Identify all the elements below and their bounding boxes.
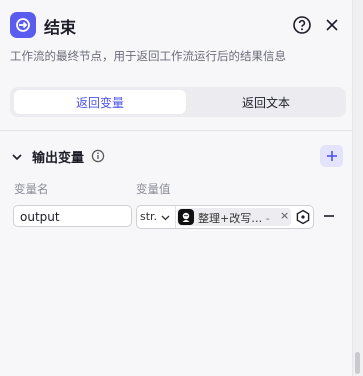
info-icon[interactable] [91,148,105,163]
minus-icon [324,215,334,217]
type-select[interactable]: str. [137,206,176,228]
output-section-header: 输出变量 [10,145,343,167]
reference-label: 整理+改写… - [198,212,270,225]
variable-value-field: str. 整理+改写… - × [136,205,314,229]
collapse-chevron-icon[interactable] [10,149,24,163]
remove-row-button[interactable] [322,208,336,224]
type-select-value: str. [140,210,158,223]
bot-avatar-icon [178,209,194,225]
variable-picker-icon[interactable] [295,209,311,225]
add-variable-button[interactable] [320,145,343,167]
help-button[interactable] [291,14,313,36]
node-title: 结束 [44,18,77,37]
end-node-icon [10,12,36,38]
question-circle-icon [293,16,311,34]
panel-header: 结束 [10,12,343,40]
plus-icon [326,151,337,161]
close-button[interactable] [321,14,343,36]
remove-reference-icon[interactable]: × [280,209,289,222]
end-node-panel: 结束 工作流的最终节点，用于返回工作流运行后的结果信息 返回变量 返回文本 输出… [0,0,353,376]
scrollbar-thumb[interactable] [355,352,360,374]
divider [0,130,353,131]
scrollbar[interactable] [352,0,363,376]
reference-tag[interactable]: 整理+改写… - × [177,208,291,226]
close-icon [326,19,338,31]
mode-tabs: 返回变量 返回文本 [10,87,346,117]
tab-return-variables[interactable]: 返回变量 [14,90,186,114]
node-description: 工作流的最终节点，用于返回工作流运行后的结果信息 [10,49,286,63]
column-label-name: 变量名 [14,182,49,196]
section-title: 输出变量 [32,151,85,166]
column-label-value: 变量值 [136,182,171,196]
chevron-down-icon [161,215,170,221]
tab-return-text[interactable]: 返回文本 [190,90,342,114]
variable-name-input[interactable]: output [13,205,132,227]
